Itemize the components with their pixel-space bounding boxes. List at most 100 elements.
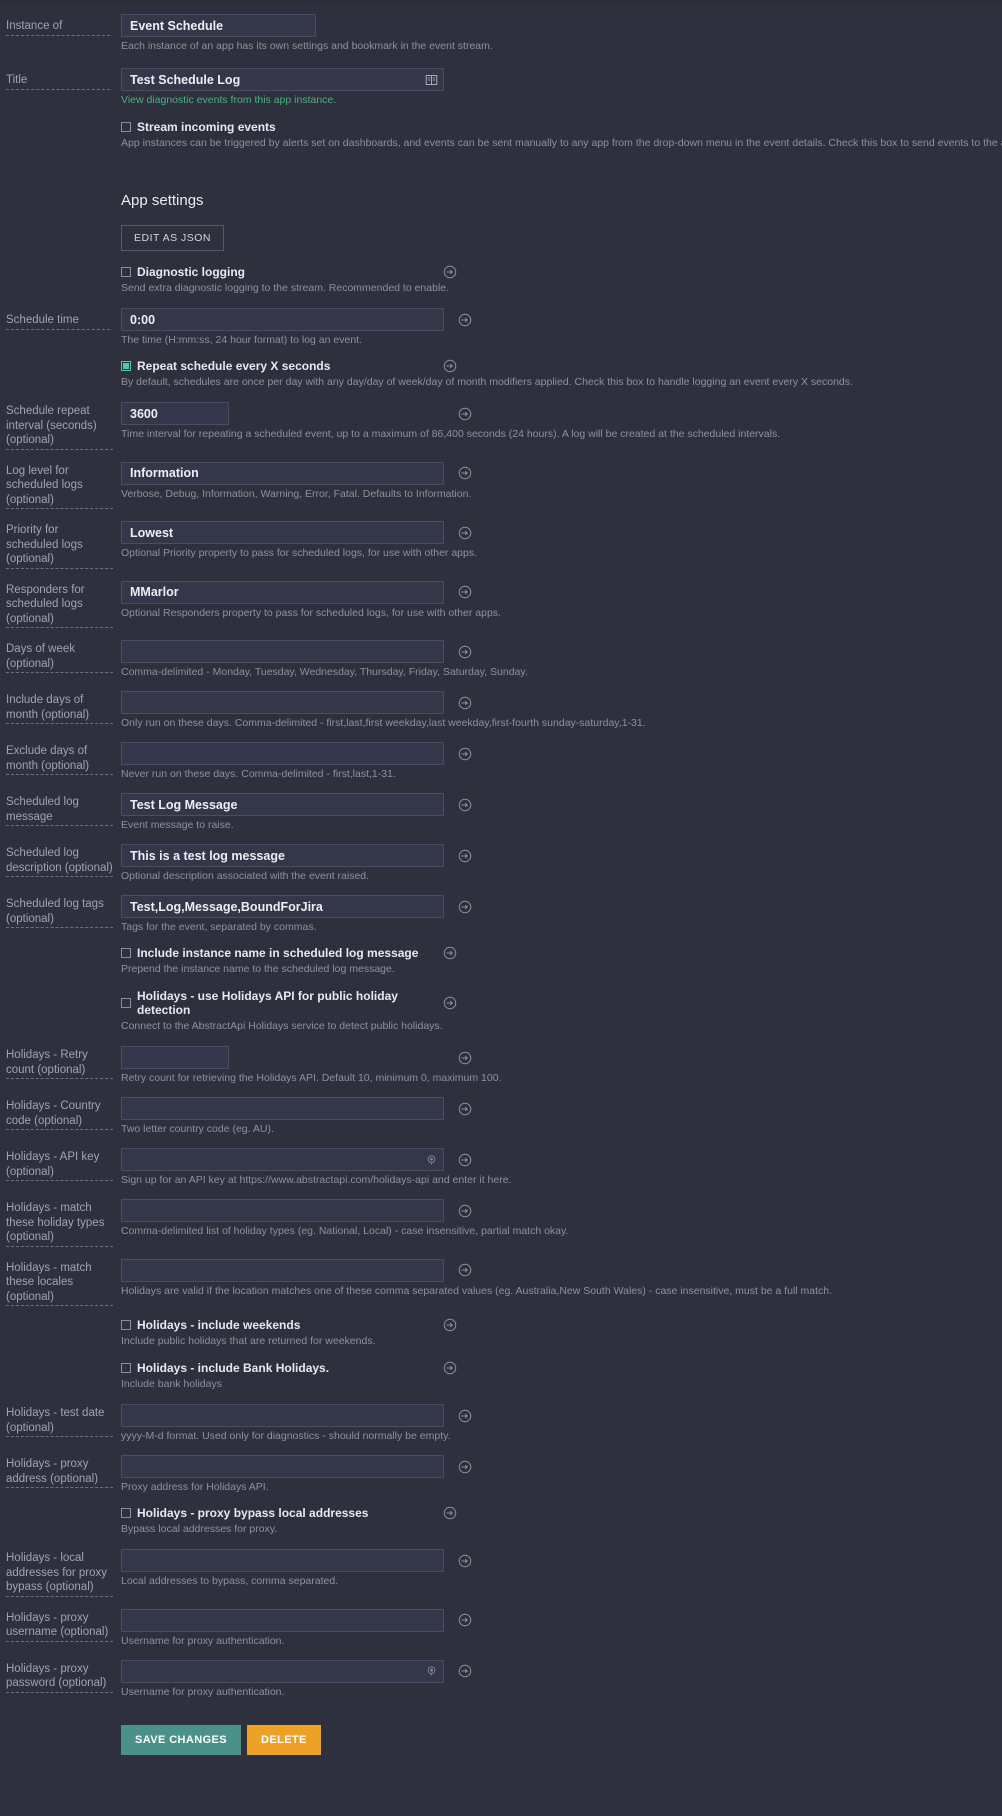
reset-arrow-icon[interactable] [458, 1613, 472, 1627]
include-instance-name-label[interactable]: Include instance name in scheduled log m… [137, 946, 418, 960]
repeat-schedule-every-x-seconds-checkbox[interactable] [121, 361, 131, 371]
holidays-include-weekends-checkbox[interactable] [121, 1320, 131, 1330]
holidays-proxy-password-input[interactable] [121, 1659, 444, 1683]
eye-reveal-icon[interactable] [425, 1665, 438, 1678]
priority-for-scheduled-logs-input-wrap [121, 521, 444, 544]
instance-of-hint: Each instance of an app has its own sett… [121, 40, 493, 52]
reset-arrow-icon[interactable] [458, 466, 472, 480]
reset-arrow-icon[interactable] [443, 996, 457, 1010]
row-stream-incoming-events: Stream incoming events App instances can… [0, 120, 1002, 150]
save-changes-button[interactable]: SAVE CHANGES [121, 1724, 241, 1755]
scheduled-log-description-label: Scheduled log description (optional) [6, 846, 113, 877]
delete-button[interactable]: DELETE [247, 1724, 321, 1755]
scheduled-log-tags-input[interactable] [121, 895, 444, 918]
holidays-retry-count-input[interactable] [121, 1046, 229, 1069]
holidays-proxy-address-hint: Proxy address for Holidays API. [121, 1481, 269, 1493]
holidays-match-locales-label: Holidays - match these locales (optional… [6, 1261, 113, 1306]
reset-arrow-icon[interactable] [443, 1361, 457, 1375]
log-level-for-scheduled-logs-input[interactable] [121, 461, 444, 485]
reset-arrow-icon[interactable] [443, 265, 457, 279]
control-col: The time (H:mm:ss, 24 hour format) to lo… [121, 308, 1002, 347]
reset-arrow-icon[interactable] [458, 1153, 472, 1167]
reset-arrow-icon[interactable] [458, 747, 472, 761]
holidays-match-holiday-types-hint: Comma-delimited list of holiday types (e… [121, 1225, 569, 1237]
reset-arrow-icon[interactable] [458, 645, 472, 659]
reset-arrow-icon[interactable] [443, 1318, 457, 1332]
instance-of-input[interactable] [121, 14, 316, 37]
reset-arrow-icon[interactable] [458, 849, 472, 863]
reset-arrow-icon[interactable] [458, 1051, 472, 1065]
reset-arrow-icon[interactable] [458, 1554, 472, 1568]
stream-incoming-events-checkbox[interactable] [121, 122, 131, 132]
holidays-proxy-bypass-local-label[interactable]: Holidays - proxy bypass local addresses [137, 1506, 368, 1520]
title-input[interactable] [121, 68, 444, 91]
include-instance-name-checkbox[interactable] [121, 948, 131, 958]
reset-arrow-icon[interactable] [458, 1460, 472, 1474]
reset-arrow-icon[interactable] [458, 1409, 472, 1423]
schedule-repeat-interval-hint: Time interval for repeating a scheduled … [121, 428, 781, 440]
label-col [0, 265, 121, 267]
holidays-proxy-address-input[interactable] [121, 1455, 444, 1478]
log-level-for-scheduled-logs-hint: Verbose, Debug, Information, Warning, Er… [121, 487, 472, 500]
priority-for-scheduled-logs-input[interactable] [121, 521, 444, 544]
schedule-repeat-interval-input[interactable] [121, 402, 229, 425]
row-holidays-country-code: Holidays - Country code (optional) Two le… [0, 1097, 1002, 1136]
reset-arrow-icon[interactable] [458, 1263, 472, 1277]
reset-arrow-icon[interactable] [458, 1102, 472, 1116]
diagnostic-logging-checkbox[interactable] [121, 267, 131, 277]
holidays-proxy-username-input[interactable] [121, 1608, 444, 1632]
holidays-api-key-input-wrap [121, 1148, 444, 1171]
top-strip [0, 0, 1002, 6]
holidays-test-date-input-wrap [121, 1404, 444, 1427]
reset-arrow-icon[interactable] [458, 1664, 472, 1678]
holidays-local-addresses-bypass-input[interactable] [121, 1549, 444, 1572]
holidays-include-bank-holidays-label[interactable]: Holidays - include Bank Holidays. [137, 1361, 329, 1375]
reset-arrow-icon[interactable] [458, 526, 472, 540]
days-of-week-label: Days of week (optional) [6, 642, 113, 673]
reset-arrow-icon[interactable] [443, 359, 457, 373]
reset-arrow-icon[interactable] [458, 798, 472, 812]
label-col [0, 1506, 121, 1508]
holidays-match-holiday-types-input[interactable] [121, 1199, 444, 1222]
scheduled-log-message-input[interactable] [121, 793, 444, 816]
reset-arrow-icon[interactable] [443, 1506, 457, 1520]
exclude-days-of-month-input[interactable] [121, 742, 444, 765]
repeat-schedule-every-x-seconds-label[interactable]: Repeat schedule every X seconds [137, 359, 330, 373]
row-instance-of: Instance of Each instance of an app has … [0, 14, 1002, 53]
schedule-time-input[interactable] [121, 308, 444, 331]
holidays-include-weekends-label[interactable]: Holidays - include weekends [137, 1318, 300, 1332]
row-diagnostic-logging: Diagnostic logging Send extra diagnostic … [0, 265, 1002, 295]
days-of-week-input[interactable] [121, 640, 444, 663]
holidays-proxy-bypass-local-checkbox[interactable] [121, 1508, 131, 1518]
eye-reveal-icon[interactable] [425, 1153, 438, 1166]
row-holidays-test-date: Holidays - test date (optional) yyyy-M-d … [0, 1404, 1002, 1443]
holidays-use-api-checkbox[interactable] [121, 998, 131, 1008]
book-icon[interactable] [425, 73, 438, 86]
holidays-api-key-input[interactable] [121, 1148, 444, 1171]
holidays-match-locales-hint: Holidays are valid if the location match… [121, 1284, 833, 1297]
holidays-match-locales-input[interactable] [121, 1258, 444, 1282]
reset-arrow-icon[interactable] [458, 407, 472, 421]
holidays-country-code-input[interactable] [121, 1097, 444, 1120]
diagnostic-logging-label[interactable]: Diagnostic logging [137, 265, 245, 279]
holidays-retry-count-input-wrap [121, 1046, 229, 1069]
view-diagnostic-events-link[interactable]: View diagnostic events from this app ins… [121, 94, 1002, 107]
control-col: Stream incoming events App instances can… [121, 120, 1002, 150]
responders-for-scheduled-logs-input[interactable] [121, 580, 444, 604]
reset-arrow-icon[interactable] [458, 696, 472, 710]
reset-arrow-icon[interactable] [458, 585, 472, 599]
holidays-use-api-label[interactable]: Holidays - use Holidays API for public h… [137, 989, 443, 1017]
reset-arrow-icon[interactable] [458, 900, 472, 914]
row-scheduled-log-description: Scheduled log description (optional) Opti… [0, 844, 1002, 883]
stream-incoming-events-label[interactable]: Stream incoming events [137, 120, 276, 134]
holidays-test-date-input[interactable] [121, 1404, 444, 1427]
holidays-include-bank-holidays-checkbox[interactable] [121, 1363, 131, 1373]
control-col: Optional description associated with the… [121, 844, 1002, 883]
edit-as-json-button[interactable]: EDIT AS JSON [121, 225, 224, 251]
reset-arrow-icon[interactable] [458, 1204, 472, 1218]
reset-arrow-icon[interactable] [458, 313, 472, 327]
label-col: Exclude days of month (optional) [0, 742, 121, 775]
reset-arrow-icon[interactable] [443, 946, 457, 960]
include-days-of-month-input[interactable] [121, 691, 444, 714]
scheduled-log-description-input[interactable] [121, 844, 444, 867]
